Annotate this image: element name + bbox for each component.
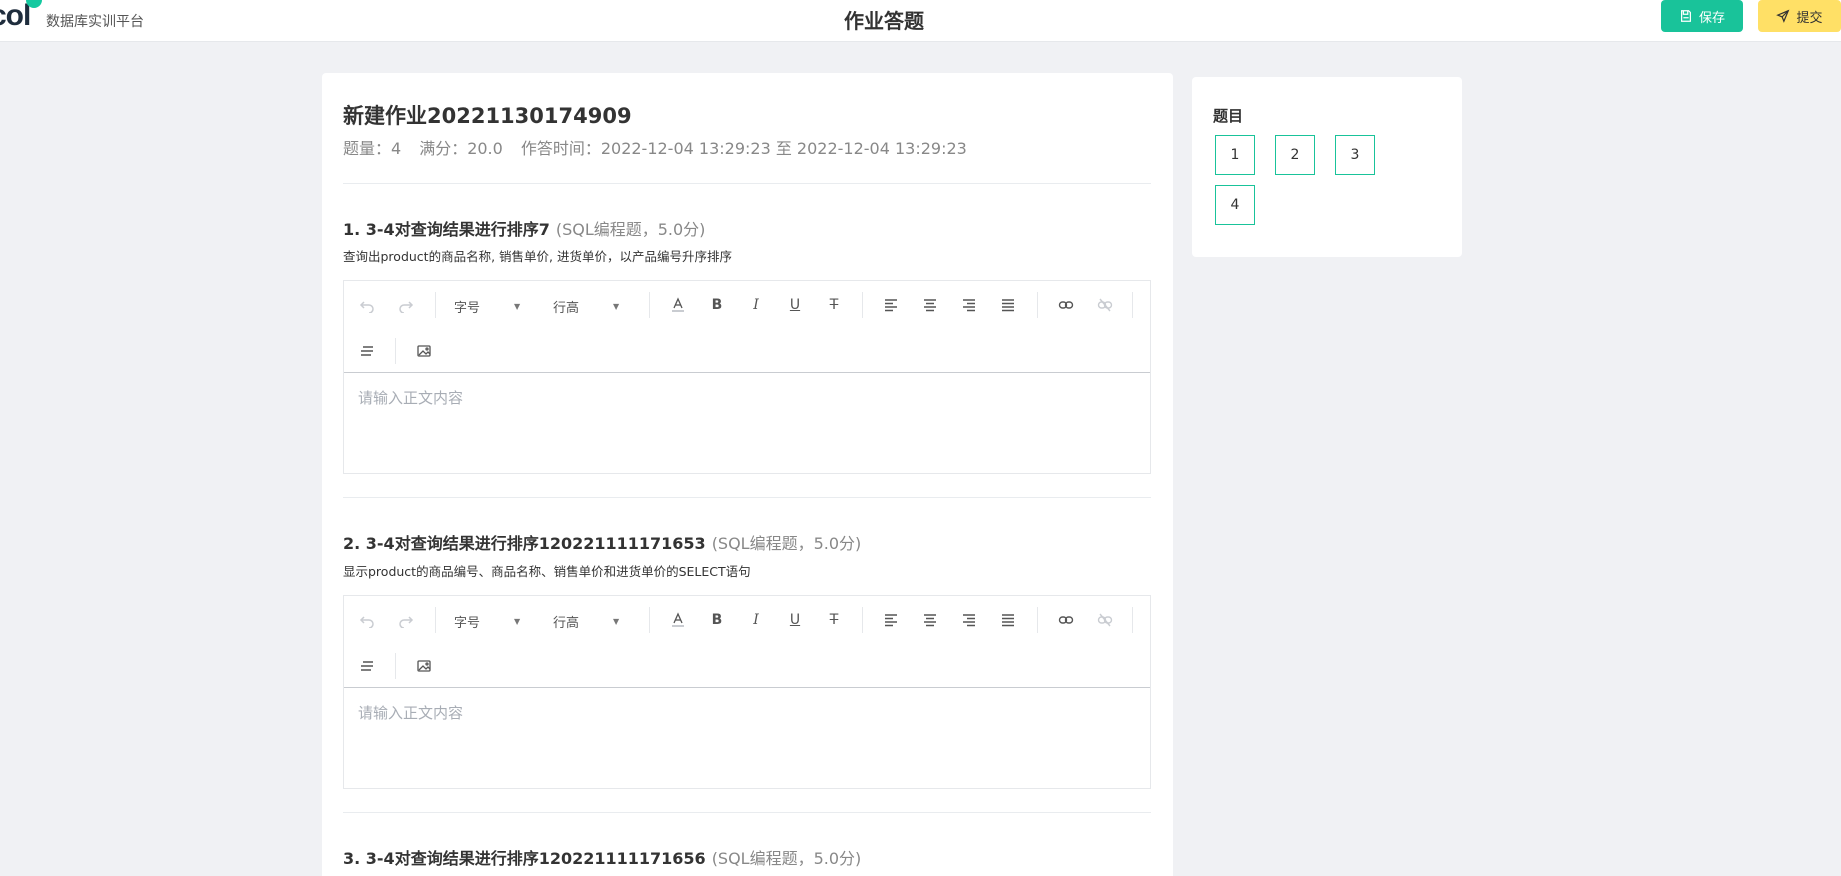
link-icon[interactable] <box>1053 607 1079 633</box>
italic-icon[interactable]: I <box>743 292 769 318</box>
caret-down-icon: ▼ <box>613 302 620 311</box>
toolbar-separator <box>395 338 396 364</box>
top-bar: col 数据库实训平台 作业答题 保存 提交 <box>0 0 1841 42</box>
question-2-description: 显示product的商品编号、商品名称、销售单价和进货单价的SELECT语句 <box>343 564 751 579</box>
font-size-select[interactable]: 字号 ▼ <box>454 297 534 316</box>
save-label: 保存 <box>1698 10 1725 26</box>
page-title: 作业答题 <box>844 9 924 33</box>
question-nav-button[interactable]: 4 <box>1215 185 1255 225</box>
bold-icon[interactable]: B <box>704 607 730 633</box>
question-nav-button[interactable]: 1 <box>1215 135 1255 175</box>
divider <box>343 812 1151 813</box>
indent-icon[interactable] <box>354 653 380 679</box>
unlink-icon[interactable] <box>1092 292 1118 318</box>
caret-down-icon: ▼ <box>514 617 521 626</box>
editor-content-area[interactable]: 请输入正文内容 <box>344 373 1150 473</box>
save-icon <box>1680 10 1691 22</box>
align-center-icon[interactable] <box>917 607 943 633</box>
align-justify-icon[interactable] <box>995 607 1021 633</box>
align-justify-icon[interactable] <box>995 292 1021 318</box>
toolbar-separator <box>435 292 436 318</box>
homework-title: 新建作业20221130174909 <box>343 104 632 128</box>
image-icon[interactable] <box>411 653 437 679</box>
toolbar-separator <box>395 653 396 679</box>
toolbar-separator <box>862 292 863 318</box>
editor-placeholder: 请输入正文内容 <box>358 704 464 722</box>
italic-icon[interactable]: I <box>743 607 769 633</box>
redo-icon[interactable] <box>393 292 419 318</box>
divider <box>343 183 1151 184</box>
line-height-select[interactable]: 行高 ▼ <box>553 612 633 631</box>
font-color-icon[interactable] <box>665 607 691 633</box>
question-navigator: 题目 1 2 3 4 <box>1192 77 1462 257</box>
question-nav-button[interactable]: 3 <box>1335 135 1375 175</box>
align-right-icon[interactable] <box>956 607 982 633</box>
question-nav-button[interactable]: 2 <box>1275 135 1315 175</box>
question-1-editor: 字号 ▼ 行高 ▼ B I U T 请输入正文内容 <box>343 280 1151 474</box>
submit-button[interactable]: 提交 <box>1758 0 1841 32</box>
editor-toolbar: 字号 ▼ 行高 ▼ B I U T <box>344 281 1150 373</box>
question-1-description: 查询出product的商品名称, 销售单价, 进货单价，以产品编号升序排序 <box>343 249 732 264</box>
align-right-icon[interactable] <box>956 292 982 318</box>
toolbar-separator <box>435 607 436 633</box>
align-left-icon[interactable] <box>878 292 904 318</box>
undo-icon[interactable] <box>354 607 380 633</box>
homework-card: 新建作业20221130174909 题量：4 满分：20.0 作答时间：202… <box>322 73 1173 876</box>
homework-meta: 题量：4 满分：20.0 作答时间：2022-12-04 13:29:23 至 … <box>343 135 967 159</box>
submit-label: 提交 <box>1796 10 1823 26</box>
save-button[interactable]: 保存 <box>1661 0 1743 32</box>
navigator-title: 题目 <box>1213 107 1244 125</box>
toolbar-separator <box>1132 292 1133 318</box>
bold-icon[interactable]: B <box>704 292 730 318</box>
question-2-title: 2. 3-4对查询结果进行排序120221111171653 (SQL编程题，5.… <box>343 534 862 553</box>
caret-down-icon: ▼ <box>514 302 521 311</box>
image-icon[interactable] <box>411 338 437 364</box>
question-3-title: 3. 3-4对查询结果进行排序120221111171656 (SQL编程题，5.… <box>343 849 862 868</box>
toolbar-separator <box>649 292 650 318</box>
question-1-title: 1. 3-4对查询结果进行排序7 (SQL编程题，5.0分) <box>343 220 706 239</box>
toolbar-separator <box>649 607 650 633</box>
question-count: 题量：4 <box>343 139 402 158</box>
redo-icon[interactable] <box>393 607 419 633</box>
font-size-select[interactable]: 字号 ▼ <box>454 612 534 631</box>
strikethrough-icon[interactable]: T <box>821 292 847 318</box>
editor-content-area[interactable]: 请输入正文内容 <box>344 688 1150 788</box>
link-icon[interactable] <box>1053 292 1079 318</box>
caret-down-icon: ▼ <box>613 617 620 626</box>
editor-placeholder: 请输入正文内容 <box>358 389 464 407</box>
undo-icon[interactable] <box>354 292 380 318</box>
answer-time: 作答时间：2022-12-04 13:29:23 至 2022-12-04 13… <box>520 139 967 158</box>
toolbar-separator <box>1037 607 1038 633</box>
send-icon <box>1776 9 1790 23</box>
toolbar-separator <box>1037 292 1038 318</box>
strikethrough-icon[interactable]: T <box>821 607 847 633</box>
font-color-icon[interactable] <box>665 292 691 318</box>
align-center-icon[interactable] <box>917 292 943 318</box>
align-left-icon[interactable] <box>878 607 904 633</box>
question-2-editor: 字号 ▼ 行高 ▼ B I U T 请输入正文内容 <box>343 595 1151 789</box>
toolbar-separator <box>862 607 863 633</box>
line-height-select[interactable]: 行高 ▼ <box>553 297 633 316</box>
divider <box>343 497 1151 498</box>
full-score: 满分：20.0 <box>419 139 503 158</box>
underline-icon[interactable]: U <box>782 607 808 633</box>
unlink-icon[interactable] <box>1092 607 1118 633</box>
indent-icon[interactable] <box>354 338 380 364</box>
toolbar-separator <box>1132 607 1133 633</box>
editor-toolbar: 字号 ▼ 行高 ▼ B I U T <box>344 596 1150 688</box>
underline-icon[interactable]: U <box>782 292 808 318</box>
